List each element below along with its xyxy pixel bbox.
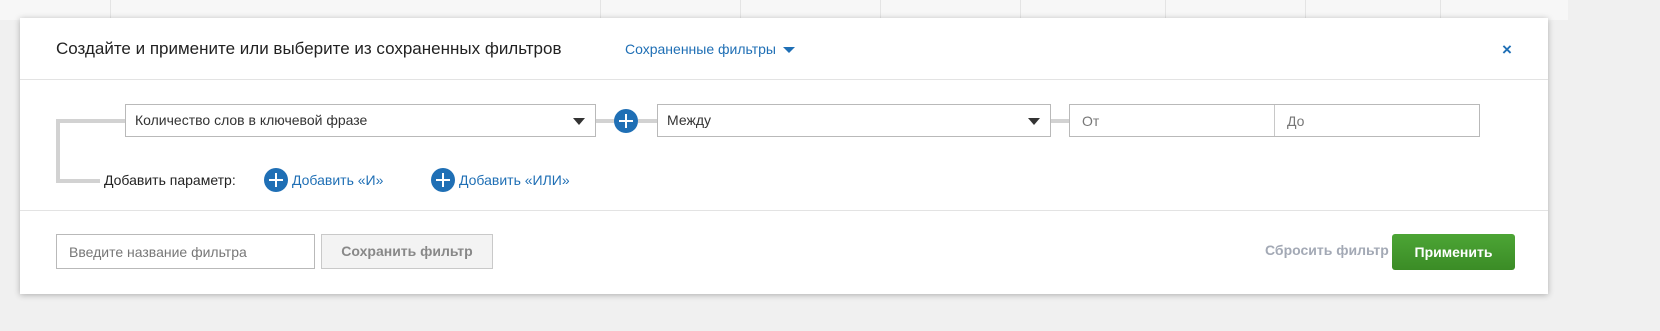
column-divider — [110, 0, 111, 20]
section-divider — [20, 210, 1548, 211]
column-divider — [1020, 0, 1021, 20]
tree-connector-branch — [56, 179, 100, 183]
caret-down-icon — [783, 47, 795, 54]
add-parameter-label: Добавить параметр: — [104, 172, 236, 188]
range-input-group — [1069, 104, 1480, 137]
column-divider — [880, 0, 881, 20]
close-icon[interactable]: × — [1502, 40, 1512, 60]
saved-filters-label: Сохраненные фильтры — [625, 41, 776, 57]
saved-filters-dropdown[interactable]: Сохраненные фильтры — [625, 41, 795, 57]
background-table-strip — [0, 0, 1568, 20]
operator-select-value: Между — [667, 112, 711, 128]
from-input[interactable] — [1070, 105, 1274, 136]
connector-line — [1051, 119, 1069, 123]
connector-line — [638, 119, 658, 123]
panel-header: Создайте и примените или выберите из сох… — [20, 18, 1548, 80]
tree-connector-vertical — [56, 121, 60, 183]
column-divider — [740, 0, 741, 20]
parameter-select[interactable]: Количество слов в ключевой фразе — [125, 104, 596, 137]
panel-title: Создайте и примените или выберите из сох… — [56, 39, 562, 58]
operator-select[interactable]: Между — [657, 104, 1051, 137]
apply-button[interactable]: Применить — [1392, 234, 1515, 270]
to-input[interactable] — [1275, 105, 1479, 136]
column-divider — [1440, 0, 1441, 20]
dropdown-arrow-icon — [1028, 118, 1040, 125]
column-divider — [1305, 0, 1306, 20]
column-divider — [600, 0, 601, 20]
add-or-link[interactable]: Добавить «ИЛИ» — [459, 172, 570, 188]
connector-line — [596, 119, 616, 123]
reset-filter-link[interactable]: Сбросить фильтр — [1265, 242, 1389, 258]
add-condition-plus-icon[interactable] — [614, 109, 638, 133]
filter-panel: Создайте и примените или выберите из сох… — [20, 18, 1548, 294]
column-divider — [1165, 0, 1166, 20]
save-filter-button[interactable]: Сохранить фильтр — [321, 234, 493, 269]
filter-name-input[interactable] — [56, 234, 315, 269]
add-and-plus-icon[interactable] — [264, 168, 288, 192]
add-or-plus-icon[interactable] — [431, 168, 455, 192]
parameter-select-value: Количество слов в ключевой фразе — [135, 112, 368, 128]
add-and-link[interactable]: Добавить «И» — [292, 172, 383, 188]
tree-connector-branch — [56, 119, 126, 123]
dropdown-arrow-icon — [573, 118, 585, 125]
